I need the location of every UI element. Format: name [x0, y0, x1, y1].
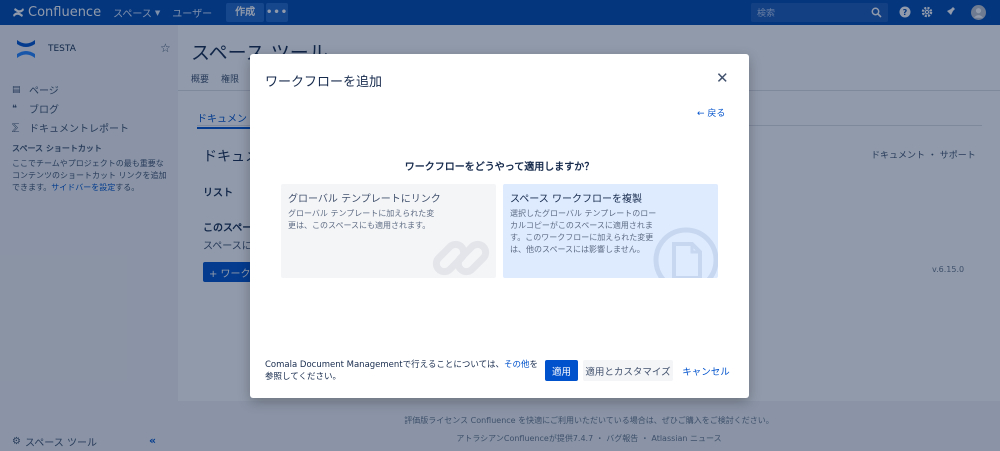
link-icon: [432, 240, 490, 276]
dialog-question: ワークフローをどうやって適用しますか？: [404, 162, 595, 173]
footer-text: Comala Document Managementで行えることについては、: [265, 360, 504, 370]
close-icon[interactable]: ✕: [716, 71, 729, 86]
option-title: グローバル テンプレートにリンク: [288, 194, 441, 205]
apply-and-customize-button[interactable]: 適用とカスタマイズ: [583, 360, 673, 381]
option-copy-space-workflow[interactable]: スペース ワークフローを複製 選択したグローバル テンプレートのローカルコピーが…: [503, 184, 718, 278]
option-description: 選択したグローバル テンプレートのローカルコピーがこのスペースに適用されます。こ…: [510, 209, 657, 254]
apply-button[interactable]: 適用: [545, 360, 578, 381]
dialog-footer-text: Comala Document Managementで行えることについては、その…: [265, 359, 545, 383]
option-title: スペース ワークフローを複製: [510, 194, 642, 205]
dialog-title: ワークフローを追加: [265, 75, 383, 90]
add-workflow-dialog: ワークフローを追加 ✕ ← 戻る ワークフローをどうやって適用しますか？ グロー…: [250, 54, 749, 398]
option-link-global-template[interactable]: グローバル テンプレートにリンク グローバル テンプレートに加えられた変更は、こ…: [281, 184, 496, 278]
more-info-link[interactable]: その他: [504, 360, 530, 370]
cancel-button[interactable]: キャンセル: [678, 360, 734, 381]
back-link[interactable]: ← 戻る: [697, 106, 725, 119]
option-description: グローバル テンプレートに加えられた変更は、このスペースにも適用されます。: [288, 209, 435, 230]
